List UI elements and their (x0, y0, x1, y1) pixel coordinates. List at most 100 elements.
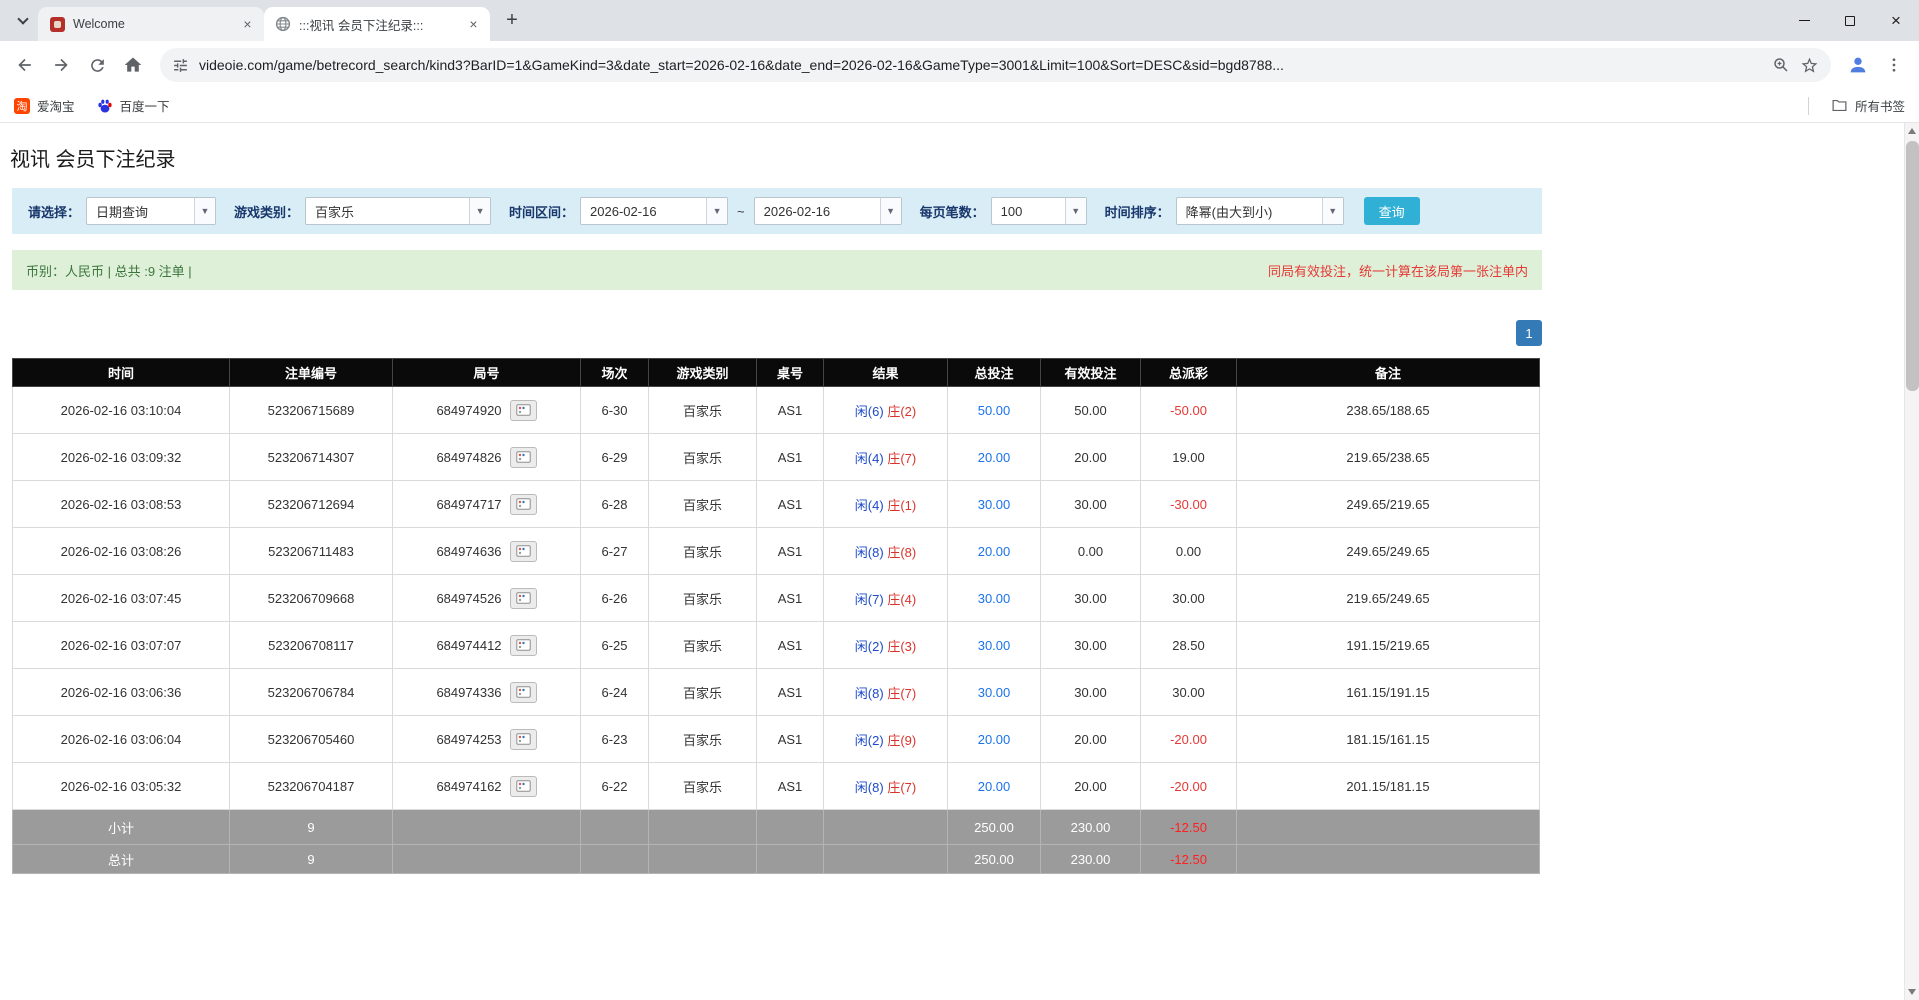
cell-total-bet[interactable]: 20.00 (948, 763, 1041, 810)
tab-close-icon[interactable]: × (465, 16, 482, 33)
cell-total-bet[interactable]: 20.00 (948, 716, 1041, 763)
profile-avatar[interactable] (1843, 50, 1873, 80)
cell-payout: -20.00 (1141, 763, 1237, 810)
roadmap-button[interactable] (510, 494, 537, 515)
bookmark-baidu[interactable]: 百度一下 (97, 96, 170, 115)
cell-table: AS1 (757, 481, 824, 528)
round-id-value: 684974253 (436, 732, 501, 747)
cell-table: AS1 (757, 434, 824, 481)
tab-list-chevron-icon[interactable] (10, 8, 36, 34)
tab-strip: Welcome × :::视讯 会员下注纪录::: × + × (0, 0, 1919, 41)
game-kind-combo[interactable]: 百家乐 ▼ (305, 197, 491, 225)
tab-bet-record[interactable]: :::视讯 会员下注纪录::: × (264, 7, 490, 41)
chevron-down-icon[interactable]: ▼ (1065, 198, 1086, 224)
bookmark-star-icon[interactable] (1800, 56, 1819, 75)
roadmap-button[interactable] (510, 541, 537, 562)
bookmarks-bar: 淘 爱淘宝 百度一下 所有书签 (0, 89, 1919, 123)
chevron-down-icon[interactable]: ▼ (469, 198, 490, 224)
per-page-combo[interactable]: 100 ▼ (991, 197, 1087, 225)
cell-time: 2026-02-16 03:07:07 (13, 622, 230, 669)
roadmap-button[interactable] (510, 776, 537, 797)
page-number-button[interactable]: 1 (1516, 320, 1542, 346)
close-button[interactable]: × (1873, 0, 1919, 41)
roadmap-button[interactable] (510, 635, 537, 656)
column-header-time: 时间 (13, 359, 230, 387)
roadmap-icon (516, 733, 531, 745)
home-button[interactable] (118, 50, 148, 80)
column-header-note: 备注 (1237, 359, 1540, 387)
scrollbar-thumb[interactable] (1906, 141, 1919, 391)
bookmark-label: 百度一下 (120, 96, 170, 115)
cell-note: 219.65/238.65 (1237, 434, 1540, 481)
site-info-tune-icon[interactable] (172, 57, 189, 74)
cell-total-bet[interactable]: 30.00 (948, 669, 1041, 716)
cell-empty (581, 845, 649, 874)
chevron-down-icon[interactable]: ▼ (706, 198, 727, 224)
date-end-input[interactable]: 2026-02-16 ▼ (754, 197, 902, 225)
tab-close-icon[interactable]: × (239, 16, 256, 33)
cell-empty (824, 810, 948, 845)
column-header-payout: 总派彩 (1141, 359, 1237, 387)
filter-bar: 请选择： 日期查询 ▼ 游戏类别： 百家乐 ▼ 时间区间： 2026-02-16… (12, 188, 1542, 234)
welcome-tab-favicon-icon (49, 16, 65, 32)
cell-session: 6-22 (581, 763, 649, 810)
cell-total-bet[interactable]: 50.00 (948, 387, 1041, 434)
zoom-icon[interactable] (1772, 56, 1790, 74)
forward-button[interactable] (46, 50, 76, 80)
sort-order-combo[interactable]: 降幂(由大到小) ▼ (1176, 197, 1344, 225)
roadmap-button[interactable] (510, 729, 537, 750)
browser-window: Welcome × :::视讯 会员下注纪录::: × + × (0, 0, 1919, 1000)
cell-table: AS1 (757, 669, 824, 716)
page-title: 视讯 会员下注纪录 (10, 143, 1542, 172)
cell-empty (393, 845, 581, 874)
cell-total-bet[interactable]: 30.00 (948, 481, 1041, 528)
date-start-input[interactable]: 2026-02-16 ▼ (580, 197, 728, 225)
round-id-value: 684974636 (436, 544, 501, 559)
page-scrollbar[interactable] (1904, 123, 1919, 1000)
menu-button[interactable] (1879, 50, 1909, 80)
cell-total-bet[interactable]: 20.00 (948, 434, 1041, 481)
bookmark-taobao[interactable]: 淘 爱淘宝 (14, 96, 75, 115)
player-result: 闲(8) (855, 780, 884, 795)
scroll-down-arrow-icon[interactable] (1905, 984, 1919, 1000)
address-bar[interactable]: videoie.com/game/betrecord_search/kind3?… (160, 48, 1831, 82)
cell-total-bet[interactable]: 30.00 (948, 575, 1041, 622)
chevron-down-icon (17, 13, 28, 24)
minimize-button[interactable] (1781, 0, 1827, 41)
new-tab-button[interactable]: + (498, 7, 526, 35)
tab-welcome[interactable]: Welcome × (38, 7, 264, 41)
total-total-bet: 250.00 (948, 845, 1041, 874)
chevron-down-icon[interactable]: ▼ (1322, 198, 1343, 224)
cell-valid-bet: 20.00 (1041, 716, 1141, 763)
chevron-down-icon[interactable]: ▼ (880, 198, 901, 224)
chevron-down-icon[interactable]: ▼ (194, 198, 215, 224)
roadmap-button[interactable] (510, 682, 537, 703)
back-arrow-icon (15, 55, 35, 75)
player-result: 闲(4) (855, 498, 884, 513)
maximize-button[interactable] (1827, 0, 1873, 41)
cell-result: 闲(8) 庄(7) (824, 763, 948, 810)
page-viewport: 视讯 会员下注纪录 请选择： 日期查询 ▼ 游戏类别： 百家乐 ▼ 时间区间： … (0, 123, 1919, 1000)
cell-table: AS1 (757, 763, 824, 810)
search-button[interactable]: 查询 (1364, 197, 1420, 225)
reload-button[interactable] (82, 50, 112, 80)
subtotal-row: 小计 9 250.00 230.00 -12.50 (13, 810, 1540, 845)
roadmap-button[interactable] (510, 588, 537, 609)
cell-valid-bet: 30.00 (1041, 622, 1141, 669)
all-bookmarks-button[interactable]: 所有书签 (1831, 96, 1905, 115)
cell-empty (649, 810, 757, 845)
roadmap-icon (516, 545, 531, 557)
back-button[interactable] (10, 50, 40, 80)
banker-result: 庄(7) (887, 780, 916, 795)
roadmap-button[interactable] (510, 400, 537, 421)
cell-total-bet[interactable]: 30.00 (948, 622, 1041, 669)
cell-total-bet[interactable]: 20.00 (948, 528, 1041, 575)
query-type-combo[interactable]: 日期查询 ▼ (86, 197, 216, 225)
date-start-value: 2026-02-16 (581, 204, 706, 219)
cell-game-kind: 百家乐 (649, 434, 757, 481)
scroll-up-arrow-icon[interactable] (1905, 123, 1919, 139)
column-header-result: 结果 (824, 359, 948, 387)
minimize-icon (1799, 20, 1810, 21)
records-body: 2026-02-16 03:10:04 523206715689 6849749… (13, 387, 1540, 810)
roadmap-button[interactable] (510, 447, 537, 468)
